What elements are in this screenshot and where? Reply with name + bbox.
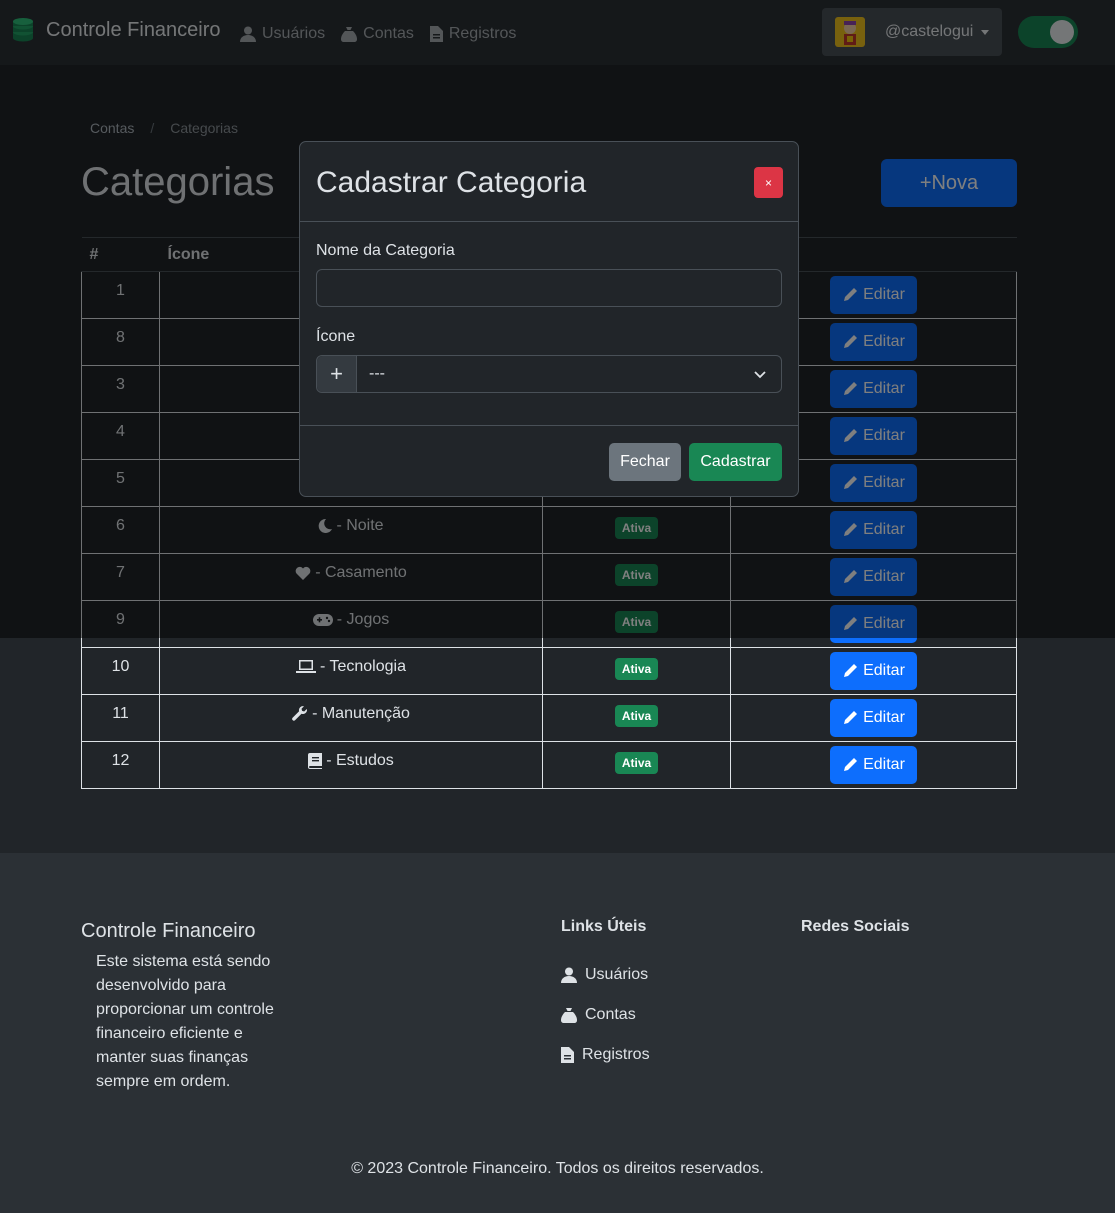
- edit-button[interactable]: Editar: [830, 699, 917, 737]
- create-category-modal: Cadastrar Categoria × Nome da Categoria …: [299, 141, 799, 497]
- edit-button[interactable]: Editar: [830, 652, 917, 690]
- icon-label: Ícone: [316, 328, 356, 345]
- row-action-cell: Editar: [730, 694, 1017, 742]
- row-status-cell: Ativa: [542, 694, 731, 742]
- category-label: - Estudos: [326, 752, 394, 769]
- row-status-cell: Ativa: [542, 741, 731, 789]
- plus-icon: +: [330, 361, 343, 386]
- row-action-cell: Editar: [730, 741, 1017, 789]
- row-status-cell: Ativa: [542, 647, 731, 695]
- table-row: 12 - Estudos Ativa Editar: [81, 741, 1017, 789]
- modal-header: Cadastrar Categoria ×: [300, 142, 798, 222]
- category-label: - Tecnologia: [320, 658, 406, 675]
- footer-title: Controle Financeiro: [81, 920, 256, 942]
- book-icon: [308, 753, 323, 769]
- cancel-button[interactable]: Fechar: [609, 443, 681, 481]
- footer-links-heading: Links Úteis: [561, 918, 647, 935]
- footer-link-usuarios[interactable]: Usuários: [561, 955, 650, 995]
- row-icon-cell: - Manutenção: [159, 694, 543, 742]
- row-icon-cell: - Estudos: [159, 741, 543, 789]
- footer: Controle Financeiro Este sistema está se…: [0, 853, 1115, 1213]
- footer-link-label: Registros: [582, 1046, 650, 1063]
- laptop-icon: [296, 660, 316, 673]
- category-name-input[interactable]: [316, 269, 782, 307]
- modal-title: Cadastrar Categoria: [316, 166, 587, 199]
- pencil-icon: [844, 664, 858, 677]
- money-bag-icon: [561, 1008, 577, 1023]
- table-row: 10 - Tecnologia Ativa Editar: [81, 647, 1017, 695]
- status-badge: Ativa: [614, 658, 659, 680]
- category-name-label: Nome da Categoria: [316, 242, 455, 259]
- icon-select-value: ---: [369, 365, 385, 382]
- footer-link-label: Usuários: [585, 966, 649, 983]
- row-id: 12: [81, 741, 160, 789]
- footer-link-contas[interactable]: Contas: [561, 995, 650, 1035]
- chevron-down-icon: [754, 371, 766, 379]
- edit-button[interactable]: Editar: [830, 746, 917, 784]
- edit-label: Editar: [863, 709, 905, 726]
- row-id: 11: [81, 694, 160, 742]
- footer-description: Este sistema está sendo desenvolvido par…: [96, 953, 274, 1090]
- invoice-icon: [561, 1047, 574, 1063]
- edit-label: Editar: [863, 756, 905, 773]
- copyright: © 2023 Controle Financeiro. Todos os dir…: [351, 1160, 764, 1177]
- modal-body: Nome da Categoria Ícone + ---: [300, 222, 798, 426]
- user-icon: [561, 967, 577, 983]
- status-badge: Ativa: [614, 752, 659, 774]
- table-row: 11 - Manutenção Ativa Editar: [81, 694, 1017, 742]
- icon-select[interactable]: ---: [357, 356, 781, 392]
- submit-button[interactable]: Cadastrar: [689, 443, 782, 481]
- row-action-cell: Editar: [730, 647, 1017, 695]
- footer-link-registros[interactable]: Registros: [561, 1035, 650, 1075]
- close-button[interactable]: ×: [754, 167, 783, 198]
- pencil-icon: [844, 711, 858, 724]
- row-icon-cell: - Tecnologia: [159, 647, 543, 695]
- row-id: 10: [81, 647, 160, 695]
- add-icon-button[interactable]: +: [317, 356, 357, 392]
- close-icon: ×: [764, 175, 772, 190]
- wrench-icon: [292, 706, 308, 721]
- footer-link-label: Contas: [585, 1006, 636, 1023]
- category-label: - Manutenção: [312, 705, 410, 722]
- footer-links: Usuários Contas Registros: [561, 955, 650, 1075]
- icon-input-group: + ---: [316, 355, 782, 393]
- status-badge: Ativa: [614, 705, 659, 727]
- pencil-icon: [844, 758, 858, 771]
- edit-label: Editar: [863, 662, 905, 679]
- footer-social-heading: Redes Sociais: [801, 918, 910, 935]
